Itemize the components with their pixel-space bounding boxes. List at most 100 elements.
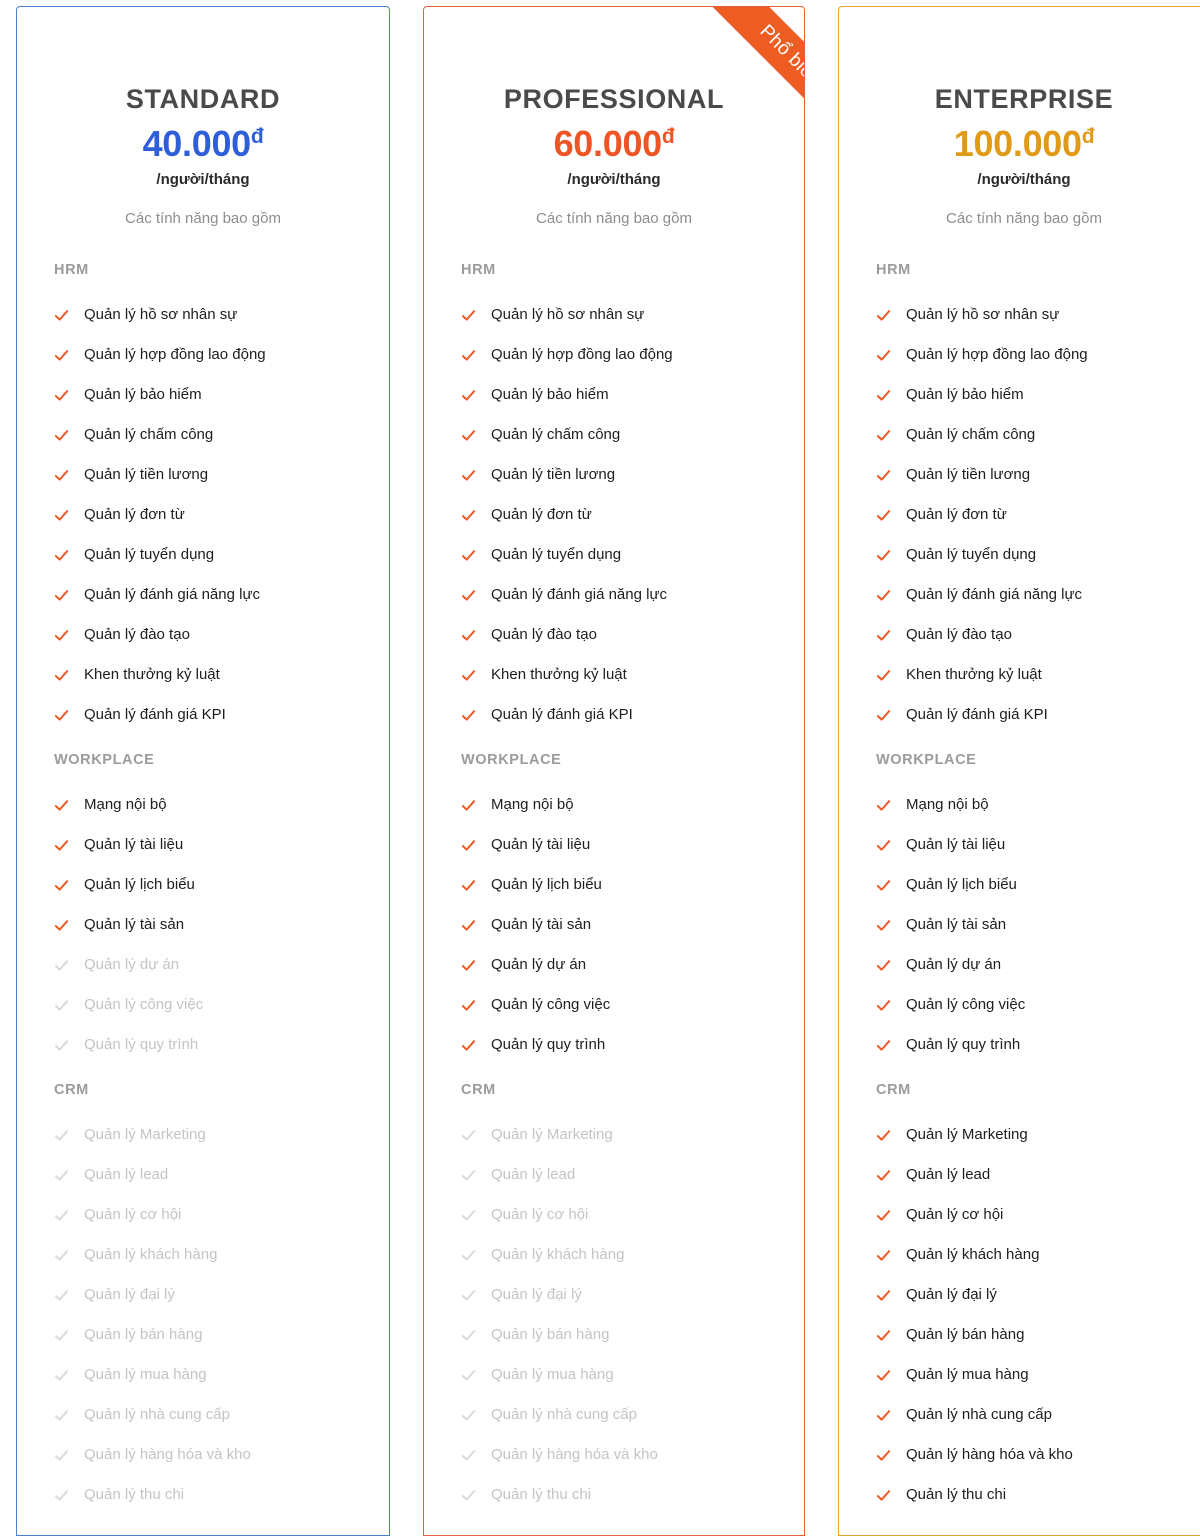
check-icon <box>54 668 69 683</box>
feature-label: Quản lý đơn từ <box>84 505 185 523</box>
check-icon <box>54 878 69 893</box>
feature-item: Quản lý quy trình <box>17 1025 389 1065</box>
feature-item: Quản lý khách hàng <box>17 1235 389 1275</box>
plan-title: PROFESSIONAL <box>503 84 725 114</box>
check-icon <box>876 1128 891 1143</box>
feature-label: Quản lý lead <box>84 1165 169 1183</box>
feature-item: Quản lý hợp đồng lao động <box>17 335 389 375</box>
check-icon <box>461 1208 476 1223</box>
feature-list-standard: HRM Quản lý hồ sơ nhân sự Quản lý hợp đồng… <box>17 227 389 1515</box>
feature-label: Quản lý nhà cung cấp <box>84 1405 230 1423</box>
feature-label: Quản lý chấm công <box>84 425 214 443</box>
feature-label: Quản lý đào tạo <box>906 625 1012 643</box>
feature-label: Quản lý công việc <box>491 995 611 1013</box>
feature-label: Quản lý tiền lương <box>491 465 616 483</box>
feature-item: Quản lý tiền lương <box>424 455 804 495</box>
check-icon <box>876 878 891 893</box>
feature-item: Quản lý đại lý <box>839 1275 1200 1315</box>
check-icon <box>461 1168 476 1183</box>
plan-card-standard[interactable]: STANDARD 40.000đ /người/tháng Các tính n… <box>16 6 390 1536</box>
feature-section-heading: HRM <box>876 262 911 279</box>
check-icon <box>876 1288 891 1303</box>
feature-label: Mạng nội bộ <box>491 795 574 813</box>
feature-label: Quản lý tài sản <box>84 915 185 933</box>
feature-item: Quản lý cơ hội <box>839 1195 1200 1235</box>
feature-label: Khen thưởng kỷ luật <box>906 665 1042 683</box>
feature-item: Quản lý đánh giá năng lực <box>424 575 804 615</box>
feature-label: Quản lý tiền lương <box>84 465 209 483</box>
feature-item: Quản lý khách hàng <box>839 1235 1200 1275</box>
check-icon <box>461 628 476 643</box>
plan-header-standard: STANDARD 40.000đ /người/tháng Các tính n… <box>17 7 389 227</box>
plan-title: ENTERPRISE <box>934 84 1114 114</box>
check-icon <box>54 1038 69 1053</box>
feature-label: Quản lý Marketing <box>84 1125 206 1143</box>
feature-item: Quản lý mua hàng <box>839 1355 1200 1395</box>
check-icon <box>461 508 476 523</box>
feature-label: Quản lý nhà cung cấp <box>491 1405 637 1423</box>
feature-item: Quản lý đánh giá KPI <box>839 695 1200 735</box>
check-icon <box>461 878 476 893</box>
check-icon <box>54 1368 69 1383</box>
feature-label: Quản lý quy trình <box>906 1035 1021 1053</box>
check-icon <box>54 1208 69 1223</box>
plan-card-enterprise[interactable]: ENTERPRISE 100.000đ /người/tháng Các tín… <box>838 6 1200 1536</box>
feature-item: Quản lý bảo hiểm <box>839 375 1200 415</box>
check-icon <box>461 1408 476 1423</box>
feature-item: Quản lý lịch biểu <box>839 865 1200 905</box>
check-icon <box>876 1368 891 1383</box>
feature-label: Quản lý thu chi <box>84 1485 185 1503</box>
feature-item: Quản lý hồ sơ nhân sự <box>17 295 389 335</box>
feature-label: Quản lý cơ hội <box>84 1205 182 1223</box>
feature-item: Khen thưởng kỷ luật <box>424 655 804 695</box>
feature-label: Quản lý Marketing <box>906 1125 1028 1143</box>
currency-symbol: đ <box>1081 124 1095 148</box>
feature-label: Quản lý hồ sơ nhân sự <box>84 305 238 323</box>
check-icon <box>54 548 69 563</box>
check-icon <box>876 1448 891 1463</box>
plan-header-professional: PROFESSIONAL 60.000đ /người/tháng Các tí… <box>424 7 804 227</box>
feature-item: Quản lý dự án <box>839 945 1200 985</box>
check-icon <box>876 798 891 813</box>
plan-includes-label: Các tính năng bao gồm <box>125 210 281 228</box>
check-icon <box>461 1038 476 1053</box>
check-icon <box>461 348 476 363</box>
feature-item: Quản lý chấm công <box>17 415 389 455</box>
feature-item: Quản lý đánh giá KPI <box>17 695 389 735</box>
feature-label: Quản lý đại lý <box>491 1285 582 1303</box>
feature-item: Quản lý hồ sơ nhân sự <box>424 295 804 335</box>
feature-label: Quản lý hàng hóa và kho <box>84 1445 251 1463</box>
feature-label: Quản lý tài liệu <box>491 835 591 853</box>
feature-label: Quản lý công việc <box>84 995 204 1013</box>
feature-label: Quản lý khách hàng <box>906 1245 1040 1263</box>
check-icon <box>461 918 476 933</box>
feature-item: Quản lý tài liệu <box>839 825 1200 865</box>
feature-item: Quản lý mua hàng <box>424 1355 804 1395</box>
check-icon <box>54 628 69 643</box>
feature-item: Quản lý mua hàng <box>17 1355 389 1395</box>
feature-item: Quản lý Marketing <box>17 1115 389 1155</box>
feature-item: Quản lý công việc <box>839 985 1200 1025</box>
check-icon <box>461 998 476 1013</box>
plan-title: STANDARD <box>125 84 281 114</box>
feature-item: Quản lý hàng hóa và kho <box>839 1435 1200 1475</box>
check-icon <box>461 548 476 563</box>
feature-section-heading: CRM <box>54 1082 89 1099</box>
feature-item: Quản lý tài liệu <box>17 825 389 865</box>
feature-item: Quản lý tuyển dụng <box>424 535 804 575</box>
check-icon <box>876 1168 891 1183</box>
plan-period: /người/tháng <box>156 171 250 189</box>
check-icon <box>461 428 476 443</box>
feature-item: Quản lý đại lý <box>17 1275 389 1315</box>
plan-card-professional[interactable]: Phổ biến PROFESSIONAL 60.000đ /người/thá… <box>423 6 805 1536</box>
check-icon <box>461 838 476 853</box>
feature-list-professional: HRM Quản lý hồ sơ nhân sự Quản lý hợp đồng… <box>424 227 804 1515</box>
feature-label: Quản lý khách hàng <box>491 1245 625 1263</box>
check-icon <box>876 998 891 1013</box>
feature-item: Quản lý bảo hiểm <box>17 375 389 415</box>
feature-item: Quản lý tài sản <box>17 905 389 945</box>
check-icon <box>876 348 891 363</box>
feature-section-heading: WORKPLACE <box>461 752 562 769</box>
check-icon <box>54 708 69 723</box>
feature-item: Quản lý đào tạo <box>17 615 389 655</box>
